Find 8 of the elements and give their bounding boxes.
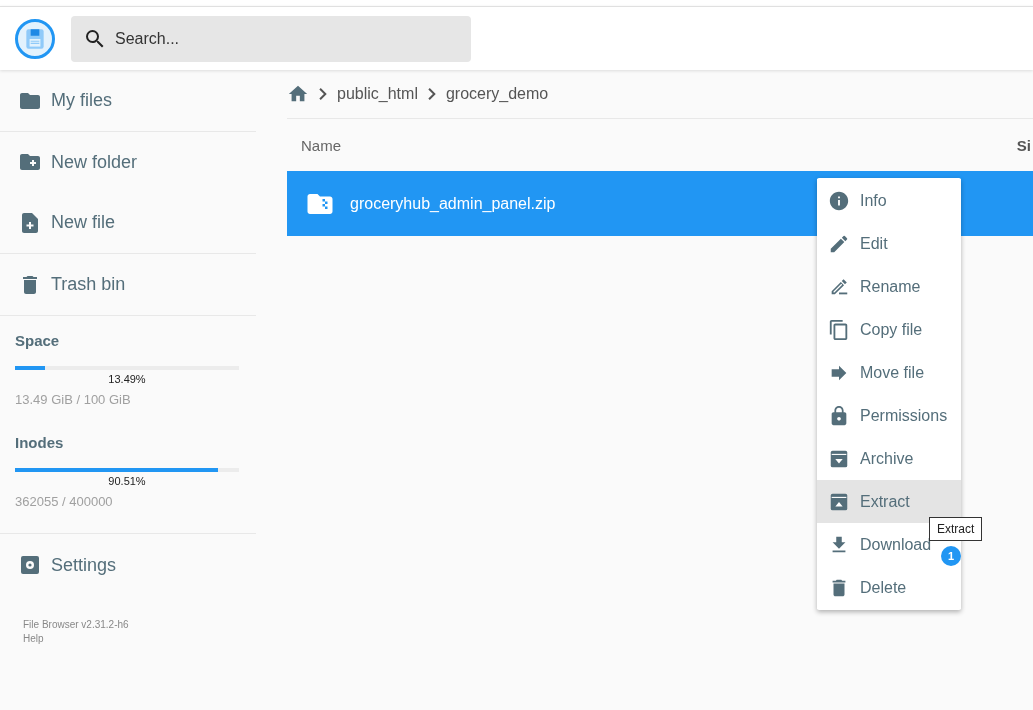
usage-detail: 13.49 GiB / 100 GiB <box>15 392 132 407</box>
usage-percent: 13.49% <box>107 373 147 385</box>
usage-heading: Inodes <box>15 434 65 451</box>
usage-detail: 362055 / 400000 <box>15 494 114 509</box>
usage-heading: Space <box>15 332 61 349</box>
tooltip: Extract <box>929 517 983 541</box>
version-text: File Browser v2.31.2-h6 <box>23 618 130 632</box>
usage-percent: 90.51% <box>107 475 147 487</box>
